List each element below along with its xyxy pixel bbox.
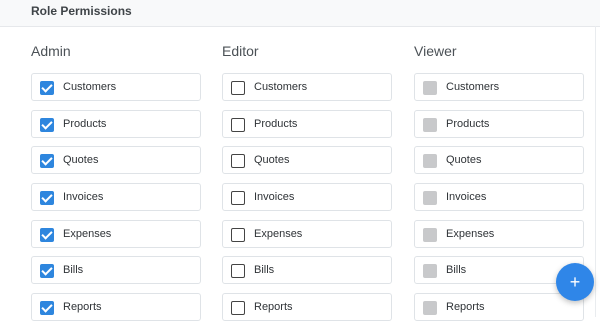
checkbox[interactable] [231,118,245,132]
column-header: Admin [31,43,71,59]
permission-customers: Customers [414,73,584,101]
permission-label: Bills [63,264,84,276]
checkbox[interactable] [231,228,245,242]
permission-label: Bills [254,264,275,276]
checkbox[interactable] [40,118,54,132]
permission-label: Customers [254,81,308,93]
permission-label: Quotes [446,154,482,166]
checkbox[interactable] [231,191,245,205]
checkbox[interactable] [231,301,245,315]
add-button[interactable]: + [556,263,594,301]
permission-label: Quotes [63,154,99,166]
plus-icon: + [569,272,581,292]
column-header: Editor [222,43,259,59]
scrollbar-track[interactable] [595,26,596,317]
page-title: Role Permissions [31,4,132,18]
permission-label: Expenses [63,228,112,240]
checkbox[interactable] [231,264,245,278]
permission-products: Products [414,110,584,138]
permission-expenses[interactable]: Expenses [31,220,201,248]
permission-label: Expenses [446,228,495,240]
permission-label: Quotes [254,154,290,166]
checkbox[interactable] [40,81,54,95]
permission-quotes: Quotes [414,146,584,174]
checkbox [423,264,437,278]
permission-invoices[interactable]: Invoices [31,183,201,211]
checkbox[interactable] [40,228,54,242]
permission-label: Customers [63,81,117,93]
checkbox[interactable] [40,154,54,168]
permission-label: Reports [254,301,293,313]
permission-bills[interactable]: Bills [222,256,392,284]
permission-quotes[interactable]: Quotes [222,146,392,174]
top-bar: Role Permissions [0,0,600,27]
column-header: Viewer [414,43,457,59]
permission-label: Reports [63,301,102,313]
permission-label: Bills [446,264,467,276]
permission-bills[interactable]: Bills [31,256,201,284]
checkbox [423,301,437,315]
checkbox [423,118,437,132]
checkbox[interactable] [40,264,54,278]
permission-invoices: Invoices [414,183,584,211]
permission-label: Reports [446,301,485,313]
permission-expenses: Expenses [414,220,584,248]
permission-customers[interactable]: Customers [222,73,392,101]
permission-label: Products [446,118,490,130]
checkbox [423,154,437,168]
permission-expenses[interactable]: Expenses [222,220,392,248]
permission-customers[interactable]: Customers [31,73,201,101]
checkbox[interactable] [231,154,245,168]
permission-label: Products [254,118,298,130]
checkbox[interactable] [231,81,245,95]
permission-label: Invoices [446,191,487,203]
permission-products[interactable]: Products [222,110,392,138]
checkbox [423,81,437,95]
checkbox[interactable] [40,191,54,205]
checkbox [423,228,437,242]
permission-quotes[interactable]: Quotes [31,146,201,174]
permission-label: Invoices [63,191,104,203]
permission-label: Invoices [254,191,295,203]
checkbox [423,191,437,205]
permission-invoices[interactable]: Invoices [222,183,392,211]
permission-label: Products [63,118,107,130]
permission-label: Expenses [254,228,303,240]
permission-label: Customers [446,81,500,93]
checkbox[interactable] [40,301,54,315]
permission-products[interactable]: Products [31,110,201,138]
